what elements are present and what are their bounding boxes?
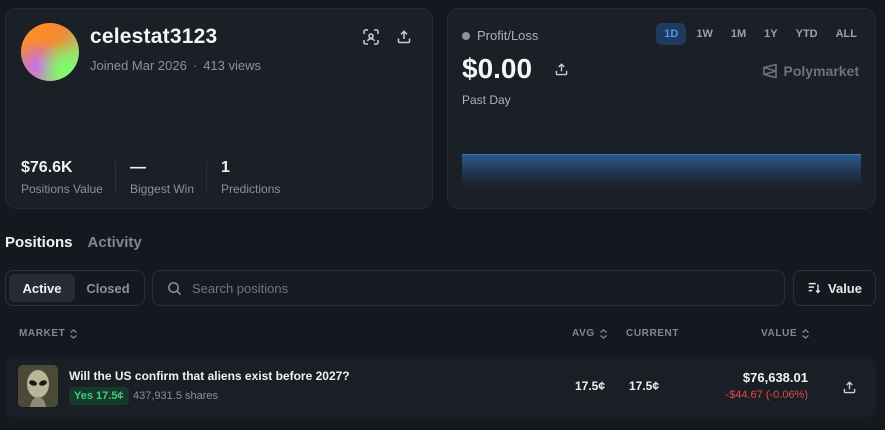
search-icon bbox=[168, 281, 182, 295]
profit-loss-card: Profit/Loss 1D 1W 1M 1Y YTD ALL $0.00 Pa… bbox=[447, 8, 876, 209]
username: celestat3123 bbox=[90, 25, 218, 48]
period-tab-1w[interactable]: 1W bbox=[688, 23, 721, 45]
stat-positions-value: $76.6K Positions Value bbox=[21, 159, 103, 196]
search-input[interactable] bbox=[192, 280, 752, 296]
scan-button[interactable] bbox=[361, 27, 381, 47]
active-filter-button[interactable]: Active bbox=[9, 274, 75, 302]
stat-value: 1 bbox=[221, 159, 230, 176]
meta-separator: · bbox=[192, 58, 198, 73]
stat-divider bbox=[115, 161, 116, 193]
polymarket-logo-icon bbox=[762, 63, 777, 79]
sort-toggle-icon bbox=[802, 328, 810, 339]
avatar bbox=[21, 23, 79, 81]
stat-value: $76.6K bbox=[21, 159, 73, 176]
period-tabs: 1D 1W 1M 1Y YTD ALL bbox=[656, 23, 865, 45]
share-count: 437,931.5 shares bbox=[133, 390, 219, 402]
sort-toggle-icon bbox=[70, 328, 78, 339]
pnl-value: $0.00 bbox=[462, 53, 532, 85]
share-icon bbox=[843, 380, 855, 393]
position-change: -$44.67 (-0.06%) bbox=[725, 389, 808, 401]
polymarket-logo: Polymarket bbox=[762, 63, 859, 79]
column-header-market[interactable]: MARKET bbox=[19, 328, 78, 339]
share-profile-button[interactable] bbox=[394, 27, 414, 47]
outcome-badge: Yes 17.5¢ bbox=[69, 387, 129, 405]
pnl-label-text: Profit/Loss bbox=[477, 28, 539, 43]
market-question[interactable]: Will the US confirm that aliens exist be… bbox=[69, 369, 350, 383]
stat-biggest-win: — Biggest Win bbox=[130, 159, 194, 196]
pnl-chart bbox=[462, 154, 861, 188]
search-box bbox=[152, 270, 785, 306]
share-pnl-button[interactable] bbox=[551, 59, 571, 79]
current-price: 17.5¢ bbox=[629, 379, 660, 393]
brand-name: Polymarket bbox=[783, 63, 859, 79]
position-status-toggle: Active Closed bbox=[5, 270, 145, 306]
sort-toggle-icon bbox=[599, 328, 607, 339]
column-header-label: MARKET bbox=[19, 328, 66, 339]
period-tab-1m[interactable]: 1M bbox=[723, 23, 754, 45]
period-tab-1y[interactable]: 1Y bbox=[756, 23, 785, 45]
column-header-value[interactable]: VALUE bbox=[761, 328, 810, 339]
sort-label: Value bbox=[828, 280, 862, 296]
share-icon bbox=[555, 62, 567, 75]
tab-activity[interactable]: Activity bbox=[88, 234, 142, 251]
stat-divider bbox=[206, 161, 207, 193]
avg-price: 17.5¢ bbox=[575, 379, 606, 393]
column-header-current: CURRENT bbox=[626, 328, 679, 339]
closed-filter-button[interactable]: Closed bbox=[75, 274, 141, 302]
pnl-amount: $0.00 bbox=[462, 53, 533, 84]
sort-icon bbox=[808, 282, 821, 294]
position-value: $76,638.01 bbox=[742, 370, 808, 385]
pnl-period-label: Past Day bbox=[462, 93, 511, 107]
profile-meta: Joined Mar 2026 · 413 views bbox=[90, 58, 261, 73]
sort-value-button[interactable]: Value bbox=[793, 270, 876, 306]
stat-label: Predictions bbox=[221, 182, 281, 196]
period-tab-1d[interactable]: 1D bbox=[656, 23, 687, 45]
profile-card: celestat3123 Joined Mar 2026 · 413 views $… bbox=[5, 8, 433, 209]
period-tab-ytd[interactable]: YTD bbox=[788, 23, 826, 45]
share-icon bbox=[397, 30, 411, 44]
status-dot-icon bbox=[462, 31, 470, 40]
tab-positions[interactable]: Positions bbox=[5, 234, 73, 251]
alien-icon bbox=[18, 365, 58, 407]
column-header-avg[interactable]: AVG bbox=[572, 328, 608, 339]
view-count: 413 views bbox=[203, 58, 261, 73]
share-position-button[interactable] bbox=[839, 377, 859, 397]
table-row[interactable]: Will the US confirm that aliens exist be… bbox=[5, 357, 876, 417]
column-header-label: AVG bbox=[572, 328, 595, 339]
period-tab-all[interactable]: ALL bbox=[828, 23, 865, 45]
joined-date: Joined Mar 2026 bbox=[90, 58, 187, 73]
main-tabs: Positions Activity bbox=[5, 234, 142, 251]
market-thumbnail bbox=[18, 365, 58, 407]
stat-label: Biggest Win bbox=[130, 182, 195, 196]
pnl-label: Profit/Loss bbox=[462, 28, 538, 43]
stat-label: Positions Value bbox=[21, 182, 103, 196]
scan-icon bbox=[363, 29, 379, 45]
column-header-label: CURRENT bbox=[626, 328, 680, 339]
column-header-label: VALUE bbox=[761, 328, 798, 339]
stat-value: — bbox=[130, 159, 146, 176]
stat-predictions: 1 Predictions bbox=[221, 159, 280, 196]
